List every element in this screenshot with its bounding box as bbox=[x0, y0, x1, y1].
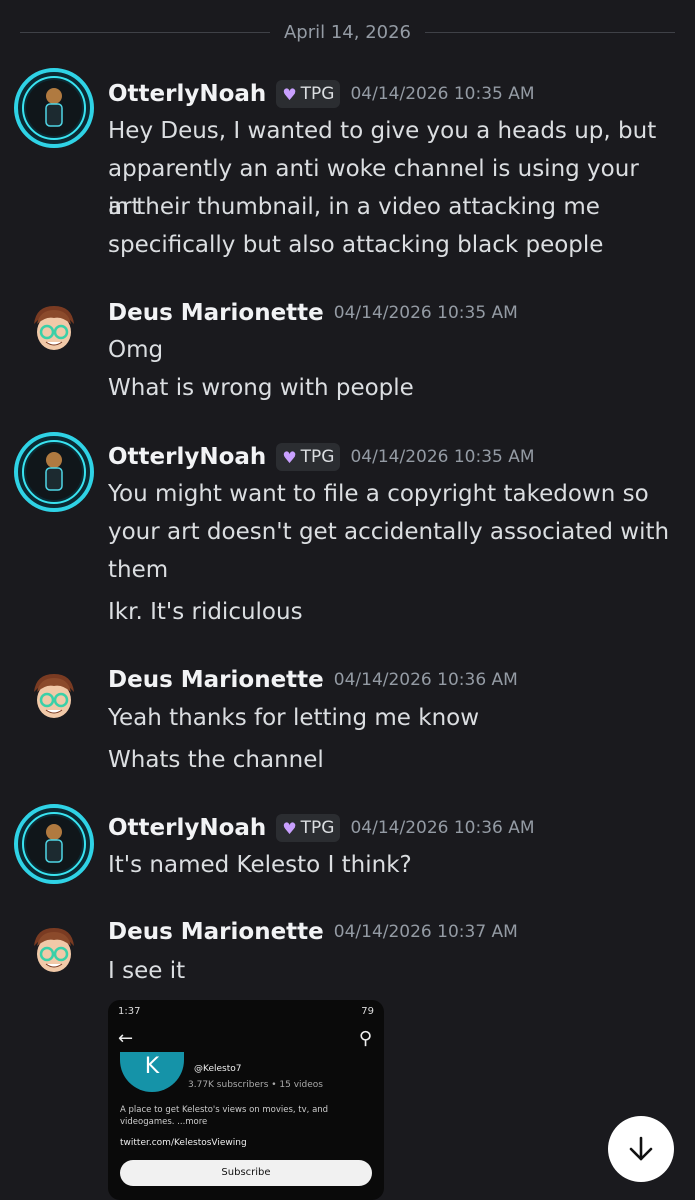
username[interactable]: OtterlyNoah bbox=[108, 815, 266, 841]
divider-line-right bbox=[425, 31, 675, 33]
username[interactable]: Deus Marionette bbox=[108, 667, 324, 693]
heart-icon: ♥ bbox=[282, 84, 297, 104]
timestamp: 04/14/2026 10:36 AM bbox=[350, 818, 535, 838]
username[interactable]: OtterlyNoah bbox=[108, 444, 266, 470]
message-line: Whats the channel bbox=[108, 747, 324, 773]
date-divider: April 14, 2026 bbox=[20, 20, 675, 44]
message-line: them bbox=[108, 557, 169, 583]
channel-description: A place to get Kelesto's views on movies… bbox=[120, 1105, 329, 1127]
back-arrow-icon: ← bbox=[118, 1028, 134, 1049]
message-line: Hey Deus, I wanted to give you a heads u… bbox=[108, 118, 657, 144]
battery-icon: 79 bbox=[361, 1006, 374, 1017]
message-line: in their thumbnail, in a video attacking… bbox=[108, 194, 600, 220]
message-line: specifically but also attacking black pe… bbox=[108, 232, 604, 258]
username[interactable]: OtterlyNoah bbox=[108, 81, 266, 107]
message-header: Deus Marionette 04/14/2026 10:37 AM bbox=[108, 919, 518, 945]
guild-tag-label: TPG bbox=[300, 818, 335, 838]
message-header: OtterlyNoah ♥ TPG 04/14/2026 10:35 AM bbox=[108, 80, 535, 108]
message-line: I see it bbox=[108, 958, 186, 984]
avatar-deus-marionette[interactable] bbox=[26, 300, 82, 356]
search-icon: ⚲ bbox=[358, 1028, 372, 1049]
username[interactable]: Deus Marionette bbox=[108, 300, 324, 326]
guild-tag-label: TPG bbox=[300, 447, 335, 467]
avatar-otterlynoah[interactable] bbox=[14, 432, 94, 512]
channel-logo: K bbox=[120, 1052, 184, 1092]
phone-nav-bar: ← ⚲ bbox=[118, 1028, 372, 1049]
avatar-otterlynoah[interactable] bbox=[14, 804, 94, 884]
timestamp: 04/14/2026 10:35 AM bbox=[350, 84, 535, 104]
channel-subscribers: 3.77K subscribers • 15 videos bbox=[188, 1080, 323, 1090]
guild-tag[interactable]: ♥ TPG bbox=[276, 443, 341, 471]
channel-link: twitter.com/KelestosViewing bbox=[120, 1138, 247, 1148]
message-line: your art doesn't get accidentally associ… bbox=[108, 519, 670, 545]
message-header: Deus Marionette 04/14/2026 10:36 AM bbox=[108, 667, 518, 693]
timestamp: 04/14/2026 10:37 AM bbox=[333, 922, 518, 942]
arrow-down-icon bbox=[629, 1136, 653, 1161]
guild-tag[interactable]: ♥ TPG bbox=[276, 814, 341, 842]
phone-status-time: 1:37 bbox=[118, 1006, 141, 1017]
avatar-otterlynoah[interactable] bbox=[14, 68, 94, 148]
image-attachment[interactable]: 1:37 79 ← ⚲ K @Kelesto7 3.77K subscriber… bbox=[108, 1000, 384, 1200]
avatar-deus-marionette[interactable] bbox=[26, 668, 82, 724]
divider-line-left bbox=[20, 31, 270, 33]
message-header: Deus Marionette 04/14/2026 10:35 AM bbox=[108, 300, 518, 326]
guild-tag[interactable]: ♥ TPG bbox=[276, 80, 341, 108]
timestamp: 04/14/2026 10:35 AM bbox=[333, 303, 518, 323]
date-divider-label: April 14, 2026 bbox=[283, 21, 412, 43]
message-line: You might want to file a copyright taked… bbox=[108, 481, 649, 507]
message-line: What is wrong with people bbox=[108, 375, 414, 401]
message-header: OtterlyNoah ♥ TPG 04/14/2026 10:35 AM bbox=[108, 443, 535, 471]
message-line: Ikr. It's ridiculous bbox=[108, 599, 303, 625]
message-header: OtterlyNoah ♥ TPG 04/14/2026 10:36 AM bbox=[108, 814, 535, 842]
guild-tag-label: TPG bbox=[300, 84, 335, 104]
channel-handle: @Kelesto7 bbox=[194, 1064, 242, 1074]
phone-status-bar: 1:37 79 bbox=[118, 1006, 374, 1017]
heart-icon: ♥ bbox=[282, 818, 297, 838]
heart-icon: ♥ bbox=[282, 447, 297, 467]
message-line: Omg bbox=[108, 337, 164, 363]
username[interactable]: Deus Marionette bbox=[108, 919, 324, 945]
timestamp: 04/14/2026 10:36 AM bbox=[333, 670, 518, 690]
subscribe-button: Subscribe bbox=[120, 1160, 372, 1186]
avatar-deus-marionette[interactable] bbox=[26, 922, 82, 978]
timestamp: 04/14/2026 10:35 AM bbox=[350, 447, 535, 467]
message-line: It's named Kelesto I think? bbox=[108, 852, 412, 878]
message-line: Yeah thanks for letting me know bbox=[108, 705, 480, 731]
scroll-to-bottom-button[interactable] bbox=[608, 1116, 674, 1182]
